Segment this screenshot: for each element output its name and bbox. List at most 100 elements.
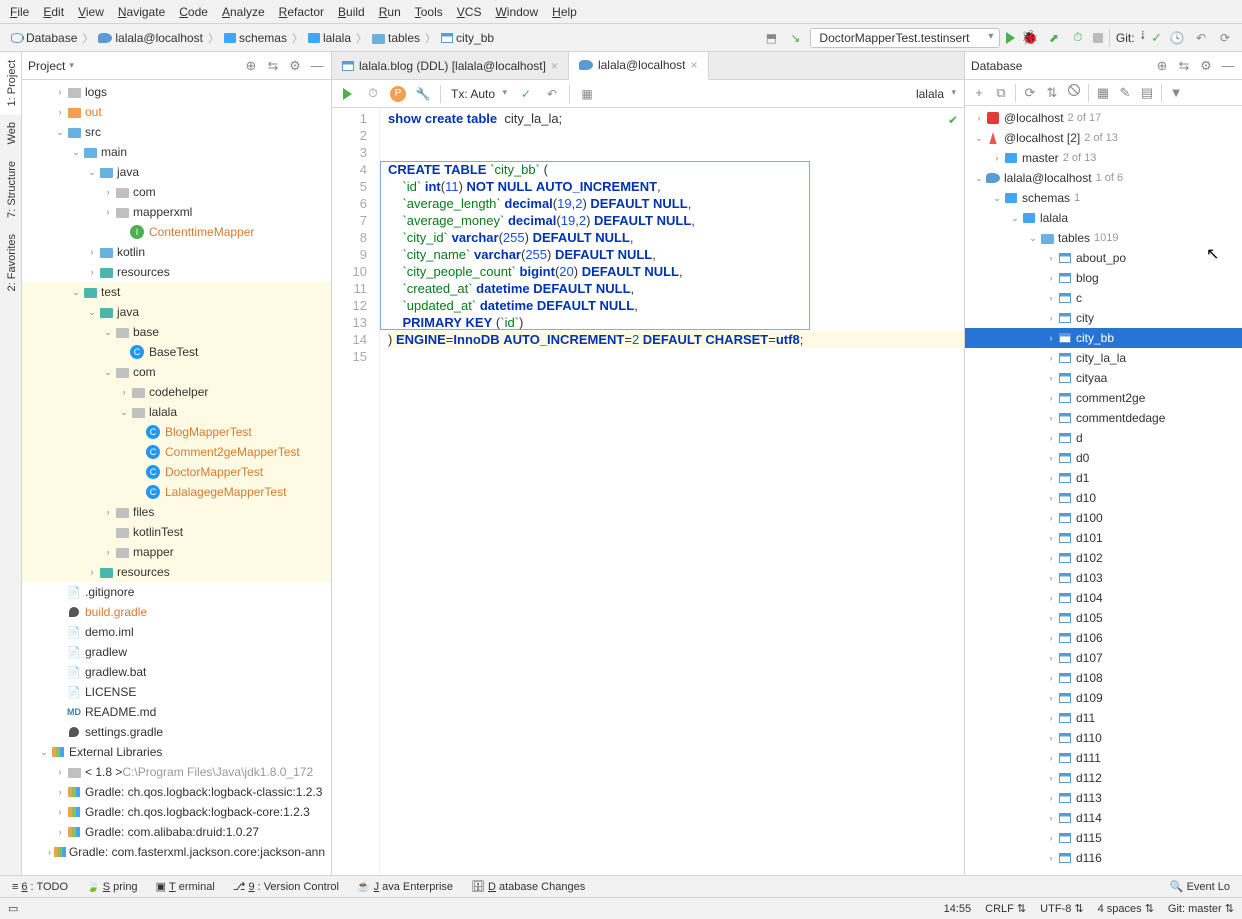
git-branch[interactable]: Git: master ⇅ — [1168, 902, 1234, 915]
bottom-tab-terminal[interactable]: ▣Terminal — [156, 880, 215, 893]
tree-arrow-icon[interactable]: › — [102, 547, 114, 557]
run-config-dropdown[interactable]: DoctorMapperTest.testinsert — [810, 28, 1000, 48]
db-tree-row[interactable]: ›d110 — [965, 728, 1242, 748]
db-tree-row[interactable]: ›comment2ge — [965, 388, 1242, 408]
tree-row[interactable]: ›mapper — [22, 542, 331, 562]
tree-arrow-icon[interactable]: ⌄ — [86, 167, 98, 178]
target-icon[interactable]: ⊕ — [1154, 58, 1170, 74]
menu-refactor[interactable]: Refactor — [273, 3, 330, 21]
tree-arrow-icon[interactable]: › — [86, 267, 98, 277]
tree-arrow-icon[interactable]: › — [1045, 273, 1057, 283]
db-tree-row[interactable]: ›master2 of 13 — [965, 148, 1242, 168]
collapse-icon[interactable]: ⇆ — [1176, 58, 1192, 74]
code-line[interactable]: show create table city_la_la; — [388, 110, 964, 127]
tree-row[interactable]: ⌄External Libraries — [22, 742, 331, 762]
tree-arrow-icon[interactable]: › — [1045, 593, 1057, 603]
tree-arrow-icon[interactable]: › — [1045, 553, 1057, 563]
db-tree-row[interactable]: ›d109 — [965, 688, 1242, 708]
tree-row[interactable]: ›resources — [22, 562, 331, 582]
hide-icon[interactable]: — — [309, 58, 325, 74]
db-tree-row[interactable]: ›d116 — [965, 848, 1242, 868]
tree-arrow-icon[interactable]: › — [1045, 773, 1057, 783]
tree-arrow-icon[interactable]: ⌄ — [38, 747, 50, 758]
stop-icon[interactable] — [1093, 33, 1103, 43]
tree-arrow-icon[interactable]: › — [102, 187, 114, 197]
rollback-icon[interactable]: ↶ — [543, 85, 561, 103]
db-tree-row[interactable]: ›commentdedage — [965, 408, 1242, 428]
git-commit-icon[interactable]: ✓ — [1151, 30, 1162, 46]
db-tree-row[interactable]: ›d115 — [965, 828, 1242, 848]
tree-arrow-icon[interactable]: ⌄ — [1009, 213, 1021, 224]
breadcrumb-item[interactable]: tables — [369, 30, 423, 46]
tree-arrow-icon[interactable]: › — [45, 847, 54, 857]
tree-arrow-icon[interactable]: › — [1045, 293, 1057, 303]
tree-row[interactable]: ›Gradle: ch.qos.logback:logback-core:1.2… — [22, 802, 331, 822]
debug-icon[interactable]: 🐞 — [1021, 29, 1038, 46]
tree-arrow-icon[interactable]: ⌄ — [973, 173, 985, 184]
tree-arrow-icon[interactable]: › — [1045, 673, 1057, 683]
tree-row[interactable]: CLalalagegeMapperTest — [22, 482, 331, 502]
tree-arrow-icon[interactable]: › — [102, 507, 114, 517]
tree-arrow-icon[interactable]: › — [1045, 353, 1057, 363]
tree-arrow-icon[interactable]: ⌄ — [86, 307, 98, 318]
tree-arrow-icon[interactable]: › — [118, 387, 130, 397]
db-tree-row[interactable]: ⌄lalala@localhost1 of 6 — [965, 168, 1242, 188]
menu-window[interactable]: Window — [489, 3, 544, 21]
file-encoding[interactable]: UTF-8 ⇅ — [1040, 902, 1083, 915]
side-tab-favorites[interactable]: 2: Favorites — [0, 226, 21, 299]
code-line[interactable]: PRIMARY KEY (`id`) — [388, 314, 964, 331]
menu-analyze[interactable]: Analyze — [216, 3, 271, 21]
db-tree-row[interactable]: ›d103 — [965, 568, 1242, 588]
tree-arrow-icon[interactable]: › — [54, 787, 66, 797]
editor-tab[interactable]: lalala@localhost× — [569, 52, 709, 80]
code-line[interactable]: `created_at` datetime DEFAULT NULL, — [388, 280, 964, 297]
db-tree-row[interactable]: ›d — [965, 428, 1242, 448]
tree-row[interactable]: ›Gradle: com.fasterxml.jackson.core:jack… — [22, 842, 331, 862]
code-line[interactable]: `city_people_count` bigint(20) DEFAULT N… — [388, 263, 964, 280]
tree-row[interactable]: ⌄com — [22, 362, 331, 382]
tree-arrow-icon[interactable]: ⌄ — [70, 287, 82, 298]
db-tree-row[interactable]: ›about_po — [965, 248, 1242, 268]
tree-arrow-icon[interactable]: › — [1045, 693, 1057, 703]
tree-arrow-icon[interactable]: › — [54, 87, 66, 97]
code-content[interactable]: ✔ show create table city_la_la;CREATE TA… — [380, 108, 964, 875]
db-tree-row[interactable]: ›d106 — [965, 628, 1242, 648]
menu-run[interactable]: Run — [373, 3, 407, 21]
tree-row[interactable]: ⌄test — [22, 282, 331, 302]
tree-arrow-icon[interactable]: › — [1045, 653, 1057, 663]
tree-arrow-icon[interactable]: › — [54, 827, 66, 837]
tree-arrow-icon[interactable]: › — [54, 767, 66, 777]
tree-row[interactable]: ›kotlin — [22, 242, 331, 262]
tree-row[interactable]: ⌄java — [22, 302, 331, 322]
tree-arrow-icon[interactable]: › — [1045, 513, 1057, 523]
db-tree-row[interactable]: ›d105 — [965, 608, 1242, 628]
tree-row[interactable]: MDREADME.md — [22, 702, 331, 722]
layout-icon[interactable]: ▦ — [578, 85, 596, 103]
gear-icon[interactable]: ⚙ — [1198, 58, 1214, 74]
tree-row[interactable]: kotlinTest — [22, 522, 331, 542]
tree-arrow-icon[interactable]: › — [1045, 713, 1057, 723]
git-push-icon[interactable]: ⟳ — [1216, 29, 1234, 47]
code-line[interactable]: CREATE TABLE `city_bb` ( — [388, 161, 964, 178]
tree-arrow-icon[interactable]: ⌄ — [70, 147, 82, 158]
code-line[interactable] — [388, 348, 964, 365]
tree-arrow-icon[interactable]: › — [86, 247, 98, 257]
tree-arrow-icon[interactable]: › — [54, 107, 66, 117]
sync-icon[interactable]: ⇅ — [1044, 85, 1060, 101]
db-tree-row[interactable]: ›d113 — [965, 788, 1242, 808]
gear-icon[interactable]: ⚙ — [287, 58, 303, 74]
project-panel-title[interactable]: Project ▾ — [28, 59, 74, 73]
tree-arrow-icon[interactable]: › — [973, 113, 985, 123]
tree-arrow-icon[interactable]: › — [1045, 573, 1057, 583]
code-line[interactable]: `average_length` decimal(19,2) DEFAULT N… — [388, 195, 964, 212]
db-tree-row[interactable]: ›c — [965, 288, 1242, 308]
tree-arrow-icon[interactable]: ⌄ — [991, 193, 1003, 204]
code-line[interactable]: `id` int(11) NOT NULL AUTO_INCREMENT, — [388, 178, 964, 195]
coverage-icon[interactable]: ⬈ — [1045, 29, 1063, 47]
breadcrumb-item[interactable]: lalala — [305, 30, 354, 46]
tree-arrow-icon[interactable]: ⌄ — [118, 407, 130, 418]
db-tree-row[interactable]: ›d0 — [965, 448, 1242, 468]
tree-arrow-icon[interactable]: › — [1045, 813, 1057, 823]
db-tree-row[interactable]: ›city_bb — [965, 328, 1242, 348]
tree-arrow-icon[interactable]: › — [86, 567, 98, 577]
